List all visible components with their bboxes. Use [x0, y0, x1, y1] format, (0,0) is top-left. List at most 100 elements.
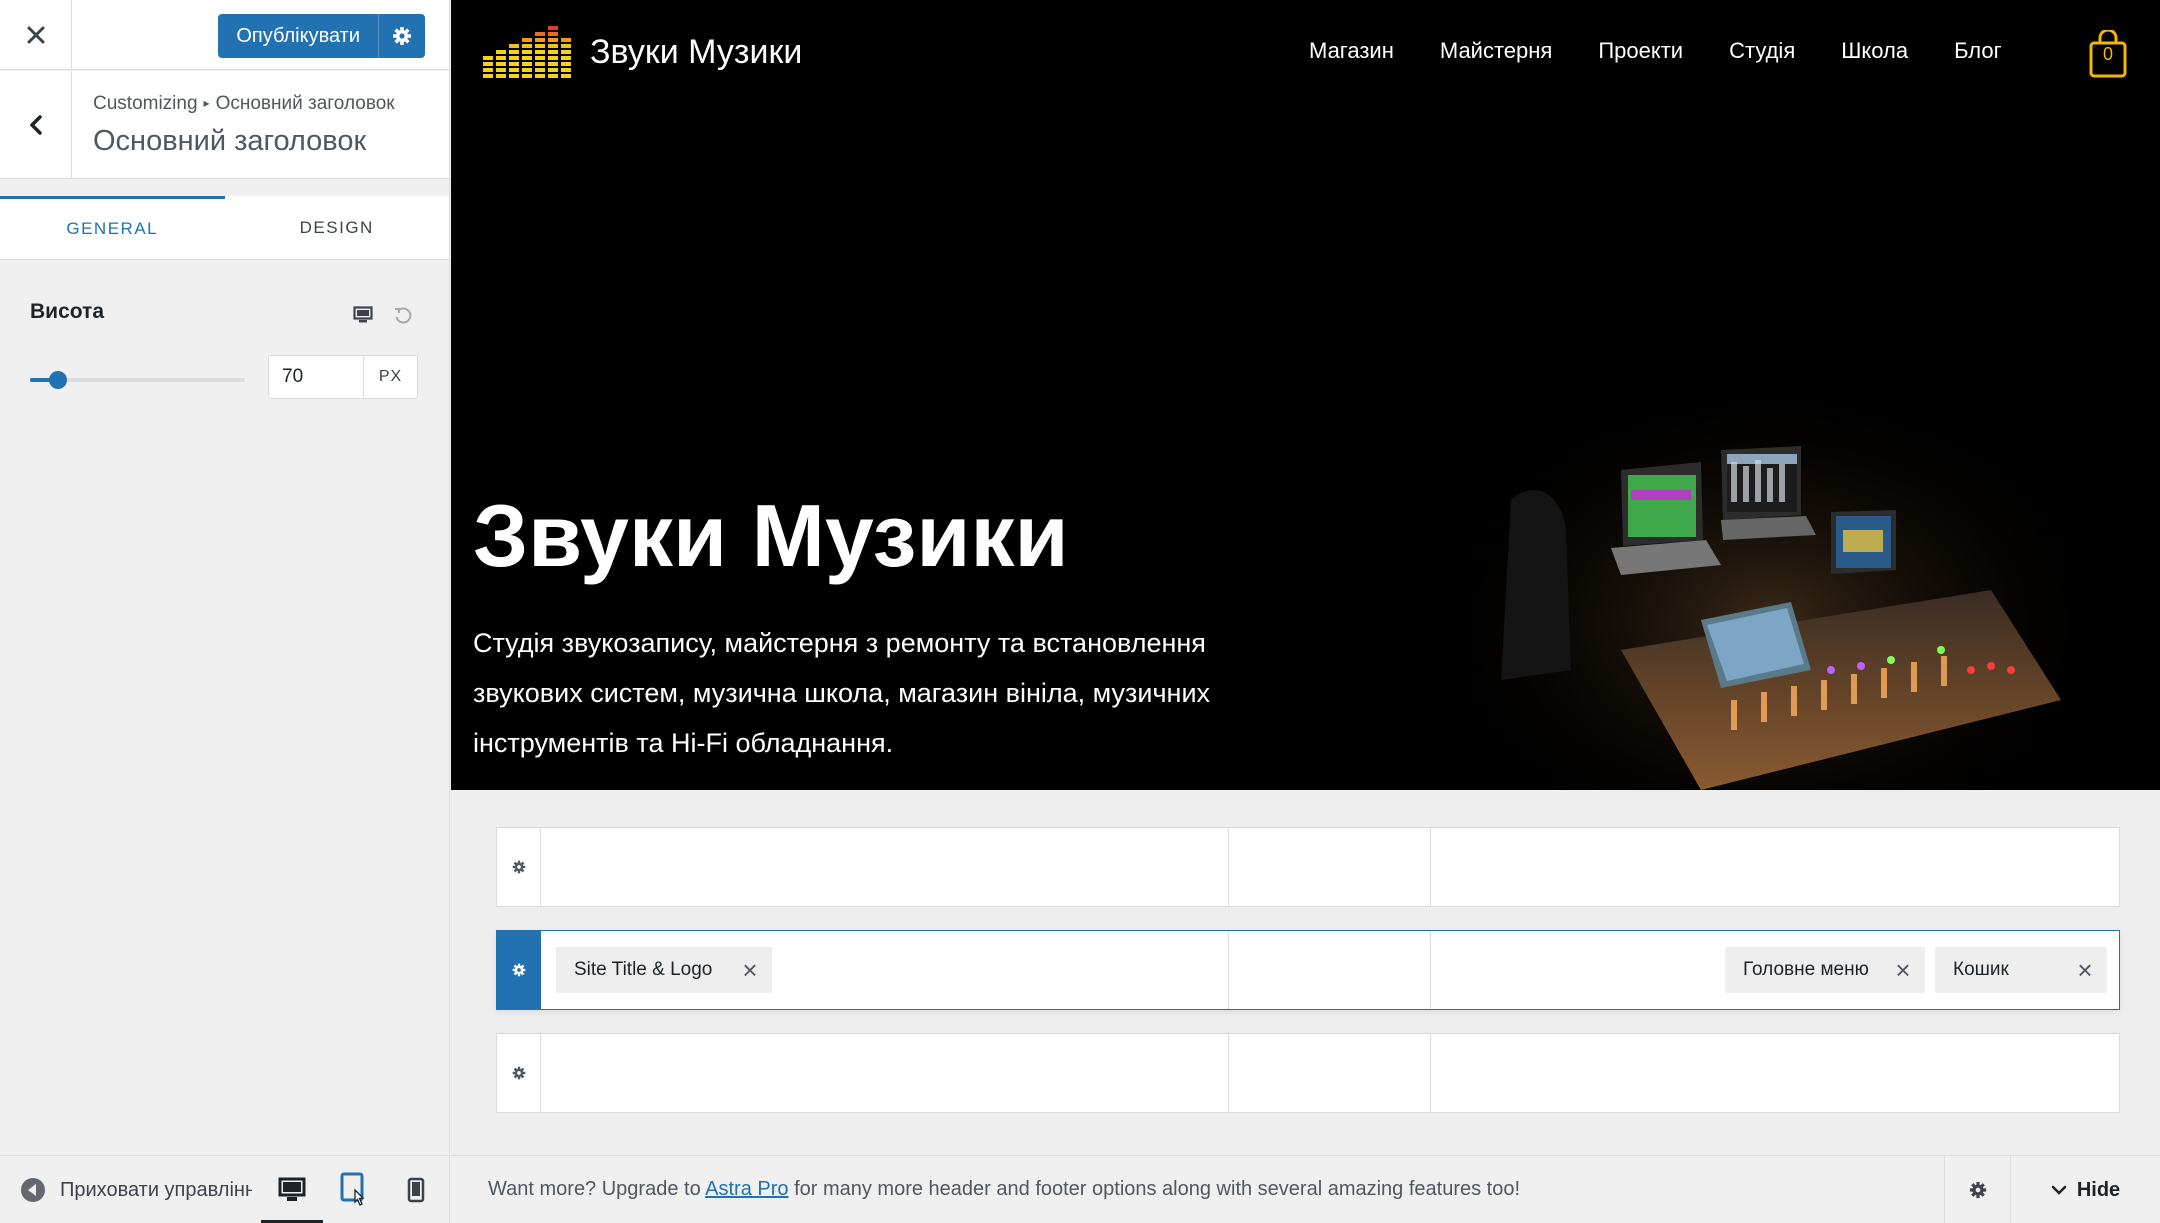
builder-row-below-header[interactable]	[496, 1033, 2120, 1113]
breadcrumb-current: Основний заголовок	[215, 93, 395, 114]
main-navigation: Магазин Майстерня Проекти Студія Школа Б…	[1309, 38, 2048, 64]
logo-bar-segment	[561, 74, 571, 78]
site-preview: Звуки Музики Магазин Майстерня Проекти С…	[451, 0, 2160, 1155]
nav-link-workshop[interactable]: Майстерня	[1440, 38, 1552, 64]
collapse-label: Приховати управління	[60, 1178, 252, 1201]
astra-pro-link[interactable]: Astra Pro	[705, 1178, 788, 1200]
logo-bar-segment	[522, 50, 532, 54]
back-button[interactable]	[0, 71, 72, 179]
logo-bar-segment	[535, 56, 545, 60]
row-settings-button[interactable]	[497, 931, 541, 1009]
desktop-icon	[278, 1177, 306, 1201]
upsell-text-before: Want more? Upgrade to	[488, 1178, 706, 1200]
hero-description: Студія звукозапису, майстерня з ремонту …	[473, 618, 1313, 768]
sidebar-footer: Приховати управління	[0, 1155, 449, 1223]
logo-bar-segment	[496, 56, 506, 60]
logo-bar-segment	[535, 50, 545, 54]
collapse-sidebar-button[interactable]: Приховати управління	[20, 1156, 252, 1223]
close-customizer-button[interactable]	[0, 0, 72, 70]
mobile-icon	[407, 1177, 425, 1203]
equalizer-logo-icon[interactable]	[481, 22, 573, 84]
slider-thumb[interactable]	[48, 371, 67, 389]
logo-bar-segment	[548, 74, 558, 78]
logo-bar-segment	[561, 68, 571, 72]
upsell-notice: Want more? Upgrade to Astra Pro for many…	[488, 1178, 1520, 1201]
builder-row-above-header[interactable]	[496, 827, 2120, 907]
publish-settings-button[interactable]	[379, 14, 425, 58]
logo-bar-segment	[548, 38, 558, 42]
builder-column-center[interactable]	[1229, 1034, 1431, 1112]
logo-bar-segment	[548, 62, 558, 66]
publish-button[interactable]: Опублікувати	[218, 14, 379, 58]
site-title[interactable]: Звуки Музики	[590, 33, 802, 72]
logo-bar-segment	[561, 38, 571, 42]
logo-bar-segment	[522, 38, 532, 42]
logo-bar-segment	[535, 62, 545, 66]
hero-title: Звуки Музики	[473, 486, 1069, 585]
hide-builder-button[interactable]: Hide	[2010, 1156, 2160, 1223]
nav-link-blog[interactable]: Блог	[1954, 38, 2002, 64]
height-slider[interactable]	[30, 368, 245, 392]
tab-general[interactable]: GENERAL	[0, 196, 225, 259]
preview-desktop-button[interactable]	[261, 1156, 323, 1223]
customizer-sidebar: Опублікувати Customizing ▸ Основний заголо…	[0, 0, 450, 1223]
builder-item-label: Site Title & Logo	[574, 959, 713, 980]
settings-tabs: GENERAL DESIGN	[0, 196, 449, 260]
logo-bar-segment	[496, 62, 506, 66]
desktop-icon[interactable]	[353, 306, 373, 329]
chevron-down-icon	[2051, 1185, 2067, 1195]
logo-bar-segment	[548, 68, 558, 72]
site-hero: Звуки Музики Магазин Майстерня Проекти С…	[451, 0, 2160, 790]
remove-item-button[interactable]: ×	[738, 955, 762, 985]
tab-design[interactable]: DESIGN	[225, 196, 450, 259]
logo-bar-segment	[522, 68, 532, 72]
builder-column-center[interactable]	[1229, 931, 1431, 1009]
logo-bar-segment	[561, 44, 571, 48]
gear-icon	[512, 963, 525, 977]
preview-mobile-button[interactable]	[385, 1156, 447, 1223]
sidebar-top-bar: Опублікувати	[0, 0, 449, 70]
builder-column-center[interactable]	[1229, 828, 1431, 906]
logo-bar-segment	[535, 74, 545, 78]
hero-desc-line: звукових систем, музична школа, магазин …	[473, 678, 1211, 708]
preview-tablet-button[interactable]	[323, 1156, 385, 1223]
logo-bar-segment	[548, 44, 558, 48]
builder-settings-button[interactable]	[1944, 1156, 2010, 1223]
logo-bar-segment	[561, 62, 571, 66]
logo-bar-segment	[522, 44, 532, 48]
logo-bar-segment	[496, 74, 506, 78]
logo-bar-segment	[548, 26, 558, 30]
builder-column-left[interactable]: Site Title & Logo ×	[541, 931, 1229, 1009]
builder-column-left[interactable]	[541, 1034, 1229, 1112]
logo-bar-segment	[535, 32, 545, 36]
height-input[interactable]	[269, 356, 364, 398]
logo-bar-segment	[496, 68, 506, 72]
builder-item-site-title-logo[interactable]: Site Title & Logo ×	[556, 947, 772, 993]
breadcrumb: Customizing ▸ Основний заголовок	[93, 93, 395, 115]
logo-bar-segment	[522, 74, 532, 78]
remove-item-button[interactable]: ×	[1891, 955, 1915, 985]
nav-link-shop[interactable]: Магазин	[1309, 38, 1394, 64]
logo-bar-segment	[509, 68, 519, 72]
logo-bar-segment	[509, 56, 519, 60]
collapse-arrow-icon	[21, 1178, 45, 1202]
section-title: Основний заголовок	[93, 125, 367, 157]
remove-item-button[interactable]: ×	[2073, 955, 2097, 985]
row-settings-button[interactable]	[497, 1034, 541, 1112]
nav-link-studio[interactable]: Студія	[1729, 38, 1795, 64]
gear-icon	[393, 27, 411, 45]
hero-desc-line: Студія звукозапису, майстерня з ремонту …	[473, 628, 1206, 658]
nav-link-projects[interactable]: Проекти	[1598, 38, 1683, 64]
builder-item-cart[interactable]: Кошик ×	[1935, 947, 2107, 993]
builder-item-main-menu[interactable]: Головне меню ×	[1725, 947, 1925, 993]
logo-bar-segment	[509, 62, 519, 66]
gear-icon	[512, 1066, 525, 1080]
row-settings-button[interactable]	[497, 828, 541, 906]
reset-icon[interactable]	[393, 306, 413, 331]
logo-bar-segment	[483, 56, 493, 60]
nav-link-school[interactable]: Школа	[1841, 38, 1908, 64]
cart-button[interactable]: 0	[2089, 28, 2127, 83]
builder-row-primary-header[interactable]: Site Title & Logo × Головне меню × Кошик…	[496, 930, 2120, 1010]
builder-column-left[interactable]	[541, 828, 1229, 906]
logo-bar-segment	[561, 56, 571, 60]
